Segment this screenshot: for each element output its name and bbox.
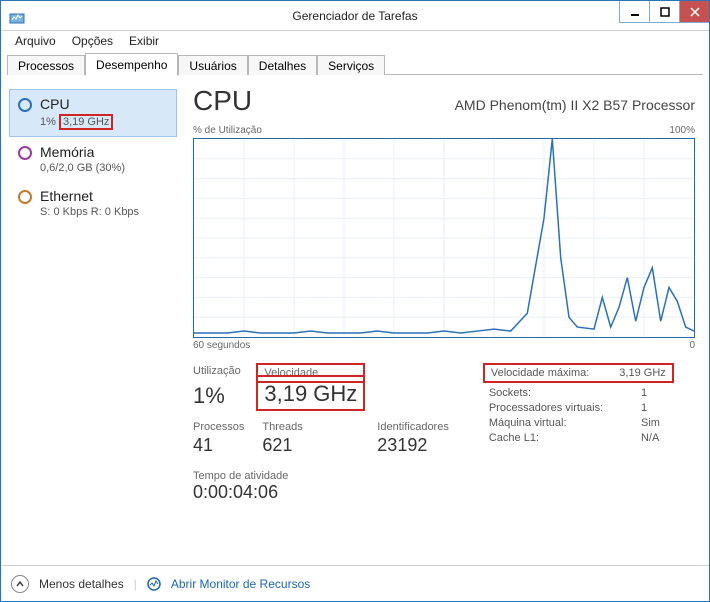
cpu-icon (18, 98, 32, 112)
value-uptime: 0:00:04:06 (193, 482, 695, 503)
value-threads: 621 (262, 435, 359, 456)
menubar: Arquivo Opções Exibir (1, 31, 709, 51)
sidebar-item-label: Memória (40, 144, 125, 160)
value-vprocs: 1 (641, 402, 668, 414)
main-panel: CPU AMD Phenom(tm) II X2 B57 Processor %… (177, 83, 701, 565)
open-resource-monitor-link[interactable]: Abrir Monitor de Recursos (171, 577, 310, 591)
label-max-speed: Velocidade máxima: (491, 367, 589, 379)
sidebar-item-cpu[interactable]: CPU 1% 3,19 GHz (9, 89, 177, 137)
memory-icon (18, 146, 32, 160)
chart-x-right: 0 (689, 340, 695, 351)
sidebar-item-sub: S: 0 Kbps R: 0 Kbps (40, 206, 139, 218)
less-details-button[interactable]: Menos detalhes (39, 577, 124, 591)
maximize-button[interactable] (649, 1, 679, 23)
sidebar-item-ethernet[interactable]: Ethernet S: 0 Kbps R: 0 Kbps (9, 181, 177, 225)
menu-file[interactable]: Arquivo (7, 32, 64, 50)
label-l1cache: Cache L1: (489, 432, 611, 444)
sidebar-item-label: Ethernet (40, 188, 139, 204)
tab-services[interactable]: Serviços (317, 55, 385, 75)
annotation-speed-box-value: 3,19 GHz (262, 381, 359, 409)
metrics-right: Velocidade máxima: 3,19 GHz Sockets: 1 P… (489, 365, 668, 456)
label-uptime: Tempo de atividade (193, 470, 695, 482)
window-title: Gerenciador de Tarefas (1, 9, 709, 23)
label-vprocs: Processadores virtuais: (489, 402, 611, 414)
annotation-speed-highlight: 3,19 GHz (59, 114, 113, 130)
close-button[interactable] (679, 1, 709, 23)
value-sockets: 1 (641, 387, 668, 399)
value-vm: Sim (641, 417, 668, 429)
content: CPU 1% 3,19 GHz Memória 0,6/2,0 GB (30%)… (1, 75, 709, 565)
value-utilization: 1% (193, 383, 244, 409)
tab-performance[interactable]: Desempenho (85, 53, 178, 76)
resource-monitor-icon (147, 577, 161, 591)
footer: Menos detalhes | Abrir Monitor de Recurs… (1, 565, 709, 601)
tabbar: Processos Desempenho Usuários Detalhes S… (1, 51, 709, 75)
sidebar-item-label: CPU (40, 96, 113, 112)
sidebar-cpu-util: 1% (40, 116, 59, 128)
sidebar-item-sub: 0,6/2,0 GB (30%) (40, 162, 125, 174)
sidebar-item-sub: 1% 3,19 GHz (40, 114, 113, 130)
titlebar[interactable]: Gerenciador de Tarefas (1, 1, 709, 31)
collapse-icon[interactable] (11, 575, 29, 593)
cpu-name: AMD Phenom(tm) II X2 B57 Processor (455, 97, 695, 113)
menu-options[interactable]: Opções (64, 32, 121, 50)
sidebar-item-memory[interactable]: Memória 0,6/2,0 GB (30%) (9, 137, 177, 181)
menu-view[interactable]: Exibir (121, 32, 167, 50)
chart-y-label: % de Utilização (193, 125, 262, 136)
label-sockets: Sockets: (489, 387, 611, 399)
label-processes: Processos (193, 421, 244, 433)
value-speed: 3,19 GHz (264, 381, 357, 407)
window-buttons (619, 1, 709, 23)
value-l1cache: N/A (641, 432, 668, 444)
task-manager-window: Gerenciador de Tarefas Arquivo Opções Ex… (0, 0, 710, 602)
label-handles: Identificadores (377, 421, 449, 433)
separator: | (134, 577, 137, 591)
ethernet-icon (18, 190, 32, 204)
chart-y-max: 100% (669, 125, 695, 136)
label-utilization: Utilização (193, 365, 244, 381)
page-title: CPU (193, 85, 252, 117)
tab-details[interactable]: Detalhes (248, 55, 317, 75)
sidebar: CPU 1% 3,19 GHz Memória 0,6/2,0 GB (30%)… (9, 83, 177, 565)
minimize-button[interactable] (619, 1, 649, 23)
cpu-utilization-chart (193, 138, 695, 338)
value-max-speed: 3,19 GHz (619, 367, 665, 379)
label-vm: Máquina virtual: (489, 417, 611, 429)
value-processes: 41 (193, 435, 244, 456)
tab-processes[interactable]: Processos (7, 55, 85, 75)
app-icon (9, 8, 25, 24)
label-threads: Threads (262, 421, 359, 433)
tab-users[interactable]: Usuários (178, 55, 247, 75)
value-handles: 23192 (377, 435, 449, 456)
annotation-maxspeed-box: Velocidade máxima: 3,19 GHz (483, 363, 674, 383)
metrics-left: Utilização Velocidade 1% 3,19 GHz Proces… (193, 365, 449, 456)
chart-x-left: 60 segundos (193, 340, 250, 351)
